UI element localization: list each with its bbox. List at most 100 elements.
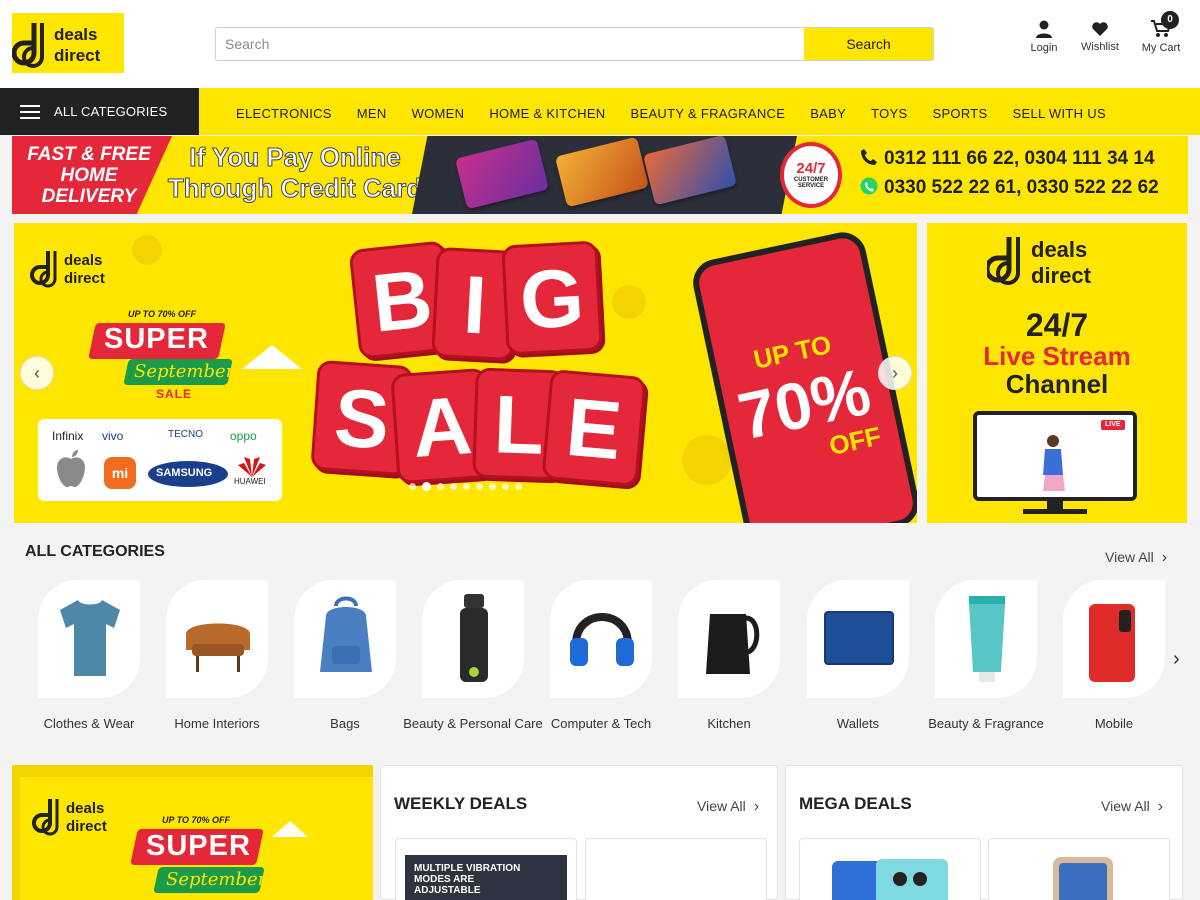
cart-link[interactable]: My Cart 0: [1131, 11, 1191, 54]
nav-link-sports[interactable]: SPORTS: [932, 88, 1012, 135]
promo-strip[interactable]: FAST & FREE HOME DELIVERY If You Pay Onl…: [12, 136, 1188, 214]
pay-line-2: Through Credit Card: [167, 173, 423, 204]
bottom-super-text: SUPER: [146, 830, 251, 862]
category-item-kitchen[interactable]: Kitchen: [677, 580, 781, 733]
view-all-label: View All: [1105, 549, 1154, 565]
slider-next-button[interactable]: ›: [878, 356, 912, 390]
backpack-icon: [320, 596, 372, 672]
category-item-wallets[interactable]: Wallets: [806, 580, 910, 733]
category-card: [1063, 580, 1165, 698]
category-card: [38, 580, 140, 698]
tube-icon: [969, 596, 1005, 682]
categories-view-all[interactable]: View All ›: [1105, 549, 1167, 567]
nav-link-women[interactable]: WOMEN: [412, 88, 490, 135]
nav-link-electronics[interactable]: ELECTRONICS: [236, 88, 357, 135]
phone-icon: [861, 149, 877, 165]
side-banner-line2: Live Stream: [983, 341, 1131, 371]
nav-link-home-kitchen[interactable]: HOME & KITCHEN: [489, 88, 630, 135]
search-input[interactable]: [216, 28, 804, 60]
chevron-right-icon: ›: [1157, 798, 1164, 815]
heart-icon: [1092, 22, 1108, 36]
mega-deal-card[interactable]: [799, 838, 981, 900]
category-item-beauty-personal-care[interactable]: Beauty & Personal Care: [403, 580, 543, 733]
cart-label: My Cart: [1141, 42, 1181, 54]
brand-infinix: Infinix: [52, 429, 84, 443]
slider-dot[interactable]: [409, 483, 416, 490]
category-label: Beauty & Fragrance: [928, 716, 1044, 731]
brand-logos-panel: Infinix vivo TECNO oppo mi SAMSUNG HUAWE…: [38, 419, 282, 501]
login-link[interactable]: Login: [1014, 20, 1074, 54]
categories-next-button[interactable]: ›: [1173, 648, 1180, 671]
weekly-deal-card[interactable]: [585, 838, 767, 900]
category-card: [807, 580, 909, 698]
view-all-label: View All: [1101, 798, 1150, 814]
slider-dot[interactable]: [437, 483, 444, 490]
category-card: [550, 580, 652, 698]
slider-dot[interactable]: [515, 483, 522, 490]
chevron-right-icon: ›: [892, 363, 898, 383]
deal-product-image: [1053, 857, 1113, 900]
promo-banner-bottom[interactable]: deals direct UP TO 70% OFF SUPER Septemb…: [12, 765, 373, 900]
category-item-bags[interactable]: Bags: [293, 580, 397, 733]
phone-icon: [1089, 604, 1135, 682]
kettle-icon: [706, 614, 760, 674]
slider-dot[interactable]: [476, 483, 483, 490]
nav-link-beauty-fragrance[interactable]: BEAUTY & FRAGRANCE: [631, 88, 811, 135]
pay-line-1: If You Pay Online: [189, 142, 401, 173]
weekly-deals-title: WEEKLY DEALS: [394, 794, 528, 813]
nav-link-sell-with-us[interactable]: SELL WITH US: [1013, 88, 1131, 135]
nav-link-toys[interactable]: TOYS: [871, 88, 932, 135]
apple-logo-icon: [57, 450, 85, 487]
all-categories-button[interactable]: ALL CATEGORIES: [0, 88, 199, 135]
decor-bubble: [132, 235, 162, 265]
nav-link-men[interactable]: MEN: [357, 88, 412, 135]
customer-service-badge: 24/7 CUSTOMER SERVICE: [780, 142, 842, 208]
slider-prev-button[interactable]: ‹: [20, 356, 54, 390]
bottom-september-text: September: [166, 869, 267, 890]
category-item-beauty-fragrance[interactable]: Beauty & Fragrance: [928, 580, 1044, 733]
site-logo[interactable]: deals direct: [12, 13, 124, 73]
search-button[interactable]: Search: [804, 28, 933, 60]
tshirt-icon: [60, 600, 120, 676]
user-icon: [1036, 20, 1052, 38]
slider-dot[interactable]: [502, 483, 509, 490]
category-card: [678, 580, 780, 698]
category-item-home-interiors[interactable]: Home Interiors: [165, 580, 269, 733]
delivery-line-2: HOME: [60, 165, 118, 186]
weekly-deals-view-all[interactable]: View All ›: [697, 798, 759, 816]
slider-dot[interactable]: [422, 482, 431, 491]
brand-samsung: SAMSUNG: [156, 467, 213, 479]
wallet-icon: [824, 611, 894, 665]
category-item-computer-tech[interactable]: Computer & Tech: [549, 580, 653, 733]
site-header: deals direct Search Login Wishlist My Ca…: [0, 0, 1200, 88]
chevron-left-icon: ‹: [34, 363, 40, 383]
slider-dot[interactable]: [489, 483, 496, 490]
category-item-mobile[interactable]: Mobile: [1062, 580, 1166, 733]
category-item-clothes[interactable]: Clothes & Wear: [37, 580, 141, 733]
svg-text:direct: direct: [64, 270, 105, 287]
bottom-offer-text: UP TO 70% OFF: [162, 815, 231, 825]
nav-links: ELECTRONICS MEN WOMEN HOME & KITCHEN BEA…: [236, 88, 1131, 135]
wishlist-link[interactable]: Wishlist: [1070, 20, 1130, 53]
nav-link-baby[interactable]: BABY: [810, 88, 871, 135]
categories-title: ALL CATEGORIES: [25, 543, 165, 560]
slider-dot[interactable]: [463, 483, 470, 490]
login-label: Login: [1030, 42, 1058, 54]
mega-deal-card[interactable]: [988, 838, 1170, 900]
promo-banner-inner: deals direct UP TO 70% OFF SUPER Septemb…: [20, 777, 373, 900]
big-letter-e: E: [541, 369, 647, 487]
brand-oppo: oppo: [230, 429, 257, 443]
brand-tecno: TECNO: [168, 429, 203, 440]
live-stream-banner[interactable]: deals direct 24/7 Live Stream Channel LI…: [927, 223, 1187, 523]
whatsapp-numbers: 0330 522 22 61, 0330 522 22 62: [860, 177, 1159, 199]
hero-slider[interactable]: deals direct UP TO 70% OFF SUPER Septemb…: [14, 223, 917, 523]
super-text: SUPER: [104, 323, 209, 355]
slider-dots: [409, 482, 522, 491]
hamburger-icon: [20, 105, 40, 119]
slider-dot[interactable]: [450, 483, 457, 490]
category-label: Wallets: [836, 716, 880, 731]
mega-deals-view-all[interactable]: View All ›: [1101, 798, 1163, 816]
big-letter-g: G: [501, 240, 603, 356]
view-all-label: View All: [697, 798, 746, 814]
weekly-deal-card[interactable]: MULTIPLE VIBRATION MODES ARE ADJUSTABLE: [395, 838, 577, 900]
